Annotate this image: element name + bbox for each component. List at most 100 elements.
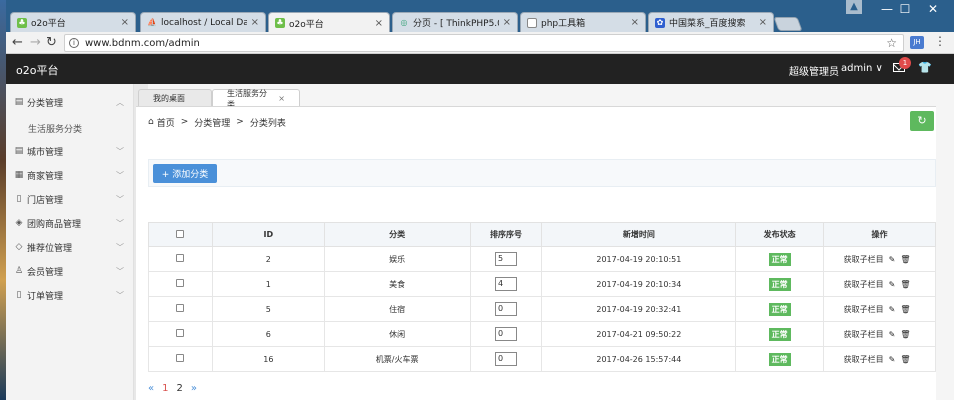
info-icon[interactable]: i [69,38,79,48]
sidebar-item-group-buy[interactable]: ◈ 团购商品管理 ﹀ [6,211,134,235]
sidebar-item-store[interactable]: ▯ 门店管理 ﹀ [6,187,134,211]
delete-trash-icon[interactable]: 🗑 [900,355,910,364]
tab-title: o2o平台 [31,19,66,29]
menu-dots-icon[interactable]: ⋮ [934,34,946,48]
row-checkbox[interactable] [176,304,185,312]
row-checkbox[interactable] [176,329,185,337]
sort-order-input[interactable]: 0 [495,327,517,341]
delete-trash-icon[interactable]: 🗑 [900,305,910,314]
browser-tab-o2o-1[interactable]: ♣ o2o平台 × [10,12,136,32]
sidebar-item-label: 门店管理 [27,195,64,206]
edit-pencil-icon[interactable]: ✎ [889,255,896,264]
thinkphp-icon: ◎ [400,17,408,27]
delete-trash-icon[interactable]: 🗑 [900,280,910,289]
table-row: 16 机票/火车票 0 2017-04-26 15:57:44 正常 获取子栏目… [148,346,936,372]
reload-icon[interactable]: ↻ [46,35,57,51]
cell-name: 休闲 [323,321,471,347]
browser-tab-o2o-active[interactable]: ♣ o2o平台 × [268,12,390,33]
delete-trash-icon[interactable]: 🗑 [900,330,910,339]
status-badge[interactable]: 正常 [768,277,791,291]
sort-order-input[interactable]: 5 [495,252,517,266]
breadcrumb-category[interactable]: 分类管理 [194,116,230,129]
forward-arrow-icon[interactable]: → [30,35,41,51]
close-icon[interactable]: × [759,17,767,28]
sidebar-item-category[interactable]: ▤ 分类管理 ︿ [6,90,134,114]
back-arrow-icon[interactable]: ← [12,35,23,51]
close-icon[interactable]: × [503,17,511,28]
row-checkbox[interactable] [176,354,185,362]
browser-tab-thinkphp[interactable]: ◎ 分页 - [ ThinkPHP5.0完 × [392,12,518,32]
add-category-button[interactable]: + 添加分类 [153,164,217,183]
address-bar[interactable]: i www.bdnm.com/admin ☆ [64,34,904,52]
row-checkbox[interactable] [176,254,185,262]
cell-time: 2017-04-21 09:50:22 [541,321,737,347]
leaf-icon: ♣ [275,18,285,28]
chevron-up-icon: ︿ [116,98,124,107]
sidebar-subitem-life-service[interactable]: 生活服务分类 [28,122,82,135]
sidebar-item-city[interactable]: ▤ 城市管理 ﹀ [6,139,134,163]
delete-trash-icon[interactable]: 🗑 [900,255,910,264]
user-icon: ♙ [14,266,24,276]
select-all-checkbox[interactable] [176,229,185,238]
user-profile-icon[interactable]: ▲ [846,0,862,14]
browser-tab-baidu[interactable]: ✿ 中国菜系_百度搜索 × [648,12,774,32]
tab-title: localhost / Local Databa [161,17,247,28]
pagination: « 1 2 » [148,383,197,394]
status-badge[interactable]: 正常 [768,352,791,366]
content-tab-desktop[interactable]: 我的桌面 [138,89,212,107]
browser-tab-strip: ♣ o2o平台 × ⛵ localhost / Local Databa × ♣… [6,0,954,33]
chevron-down-icon: ﹀ [116,291,124,300]
sidebar-item-label: 团购商品管理 [27,219,82,230]
tags-icon: ◈ [15,218,23,228]
close-icon[interactable]: × [251,17,259,28]
sidebar-item-member[interactable]: ♙ 会员管理 ﹀ [6,259,134,283]
sort-order-input[interactable]: 0 [495,302,517,316]
breadcrumb-separator: > [236,117,244,127]
edit-pencil-icon[interactable]: ✎ [889,305,896,314]
status-badge[interactable]: 正常 [768,327,791,341]
app-header: o2o平台 超级管理员 admin ∨ 1 👕 [6,54,954,84]
sidebar-item-order[interactable]: ▯ 订单管理 ﹀ [6,283,134,307]
sort-order-input[interactable]: 4 [495,277,517,291]
close-icon[interactable]: × [121,17,129,28]
new-tab-button[interactable] [773,17,803,31]
sort-order-input[interactable]: 0 [495,352,517,366]
tab-title: 中国菜系_百度搜索 [669,19,746,29]
close-window-button[interactable]: ✕ [914,0,952,18]
admin-user-menu[interactable]: admin ∨ [841,63,883,74]
edit-pencil-icon[interactable]: ✎ [889,330,896,339]
extension-jh-icon[interactable]: JH [910,36,924,49]
select-all-header [148,222,213,247]
close-icon[interactable]: × [375,18,383,29]
pagination-next[interactable]: » [191,383,197,394]
row-checkbox[interactable] [176,279,185,287]
status-badge[interactable]: 正常 [768,252,791,266]
edit-pencil-icon[interactable]: ✎ [889,280,896,289]
sidebar-item-recommend[interactable]: ◇ 推荐位管理 ﹀ [6,235,134,259]
browser-tab-phpmyadmin[interactable]: ⛵ localhost / Local Databa × [140,12,266,32]
browser-tab-php-tools[interactable]: php工具箱 × [520,12,646,32]
get-subcategory-link[interactable]: 获取子栏目 [844,330,884,339]
breadcrumb-home[interactable]: 首页 [157,116,175,129]
sidebar-item-merchant[interactable]: ▦ 商家管理 ﹀ [6,163,134,187]
cell-name: 机票/火车票 [323,346,471,372]
get-subcategory-link[interactable]: 获取子栏目 [844,305,884,314]
pagination-page[interactable]: 2 [177,383,183,394]
status-badge[interactable]: 正常 [768,302,791,316]
content-tab-life-service[interactable]: 生活服务分类 × [212,89,300,109]
edit-pencil-icon[interactable]: ✎ [889,355,896,364]
cell-name: 美食 [323,271,471,297]
refresh-button[interactable]: ↻ [910,111,934,131]
pagination-prev[interactable]: « [148,383,154,394]
bookmark-star-icon[interactable]: ☆ [886,35,897,51]
get-subcategory-link[interactable]: 获取子栏目 [844,280,884,289]
doc-icon: ▯ [16,194,22,204]
get-subcategory-link[interactable]: 获取子栏目 [844,255,884,264]
tab-title: php工具箱 [541,19,586,29]
close-icon[interactable]: × [278,94,285,103]
column-header-id: ID [211,222,325,247]
get-subcategory-link[interactable]: 获取子栏目 [844,355,884,364]
sidebar-item-label: 会员管理 [27,267,64,278]
skin-shirt-icon[interactable]: 👕 [918,62,932,73]
close-icon[interactable]: × [631,17,639,28]
